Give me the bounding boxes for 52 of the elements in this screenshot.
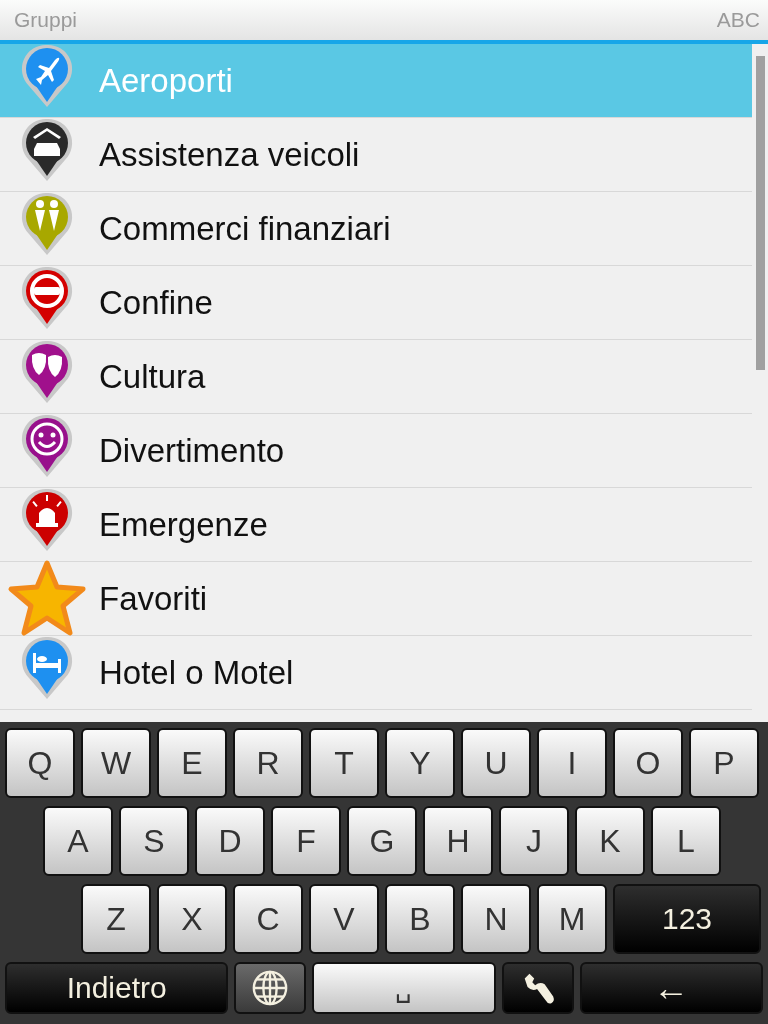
letter-key[interactable]: B	[385, 884, 455, 954]
input-mode: ABC	[716, 8, 760, 32]
letter-key[interactable]: R	[233, 728, 303, 798]
group-label: Confine	[99, 283, 213, 322]
group-label: Hotel o Motel	[99, 653, 294, 692]
group-item[interactable]: Favoriti	[0, 562, 752, 636]
letter-key[interactable]: K	[575, 806, 645, 876]
backspace-key[interactable]: ←	[579, 962, 763, 1014]
group-label: Aeroporti	[99, 61, 233, 100]
group-label: Assistenza veicoli	[99, 135, 360, 174]
letter-key[interactable]: F	[271, 806, 341, 876]
letter-key[interactable]: J	[499, 806, 569, 876]
letter-key[interactable]: I	[537, 728, 607, 798]
letter-key[interactable]: S	[119, 806, 189, 876]
letter-key[interactable]: X	[157, 884, 227, 954]
letter-key[interactable]: Z	[81, 884, 151, 954]
letter-key[interactable]: H	[423, 806, 493, 876]
globe-icon	[251, 969, 290, 1007]
letter-key[interactable]: Q	[5, 728, 75, 798]
letter-key[interactable]: M	[537, 884, 607, 954]
letter-key[interactable]: D	[195, 806, 265, 876]
screen-title: Gruppi	[14, 8, 78, 32]
group-label: Emergenze	[99, 505, 268, 544]
letter-key[interactable]: V	[309, 884, 379, 954]
group-label: Cultura	[99, 357, 206, 396]
numbers-key[interactable]: 123	[613, 884, 761, 954]
letter-key[interactable]: P	[689, 728, 759, 798]
letter-key[interactable]: A	[43, 806, 113, 876]
space-key[interactable]: ␣	[312, 962, 496, 1014]
group-item[interactable]: Cultura	[0, 340, 752, 414]
letter-key[interactable]: T	[309, 728, 379, 798]
letter-key[interactable]: O	[613, 728, 683, 798]
group-item[interactable]: Commerci finanziari	[0, 192, 752, 266]
letter-key[interactable]: G	[347, 806, 417, 876]
group-item[interactable]: Emergenze	[0, 488, 752, 562]
letter-key[interactable]: E	[157, 728, 227, 798]
letter-key[interactable]: Y	[385, 728, 455, 798]
group-item[interactable]: Assistenza veicoli	[0, 118, 752, 192]
language-key[interactable]	[234, 962, 307, 1014]
group-label: Favoriti	[99, 579, 208, 618]
letter-key[interactable]: N	[461, 884, 531, 954]
group-item[interactable]: Confine	[0, 266, 752, 340]
back-key[interactable]: Indietro	[5, 962, 229, 1014]
settings-key[interactable]	[501, 962, 574, 1014]
group-item[interactable]: Hotel o Motel	[0, 636, 752, 710]
group-item[interactable]: Divertimento	[0, 414, 752, 488]
letter-key[interactable]: L	[651, 806, 721, 876]
group-label: Commerci finanziari	[99, 209, 391, 248]
letter-key[interactable]: W	[81, 728, 151, 798]
letter-key[interactable]: C	[233, 884, 303, 954]
group-label: Divertimento	[99, 431, 285, 470]
letter-key[interactable]: U	[461, 728, 531, 798]
